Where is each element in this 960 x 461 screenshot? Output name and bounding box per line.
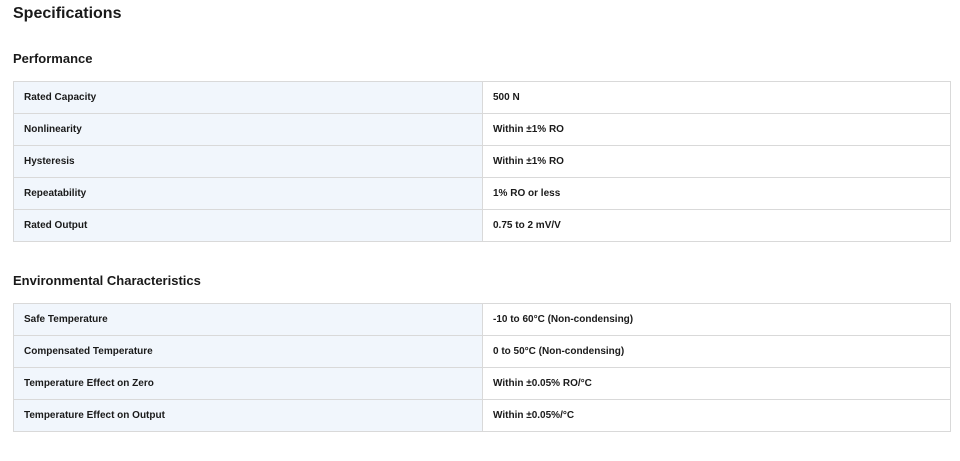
spec-label: Compensated Temperature: [13, 335, 483, 368]
section-title-environmental: Environmental Characteristics: [13, 273, 201, 288]
spec-label: Safe Temperature: [13, 303, 483, 336]
performance-spec-table: Rated Capacity 500 N Nonlinearity Within…: [13, 81, 951, 242]
section-title-performance: Performance: [13, 51, 93, 66]
table-row: Repeatability 1% RO or less: [13, 177, 951, 210]
table-row: Rated Capacity 500 N: [13, 81, 951, 114]
table-row: Temperature Effect on Output Within ±0.0…: [13, 399, 951, 432]
table-row: Temperature Effect on Zero Within ±0.05%…: [13, 367, 951, 400]
environmental-spec-table: Safe Temperature -10 to 60°C (Non-conden…: [13, 303, 951, 432]
spec-label: Rated Output: [13, 209, 483, 242]
spec-value: 1% RO or less: [482, 177, 951, 210]
spec-value: 0.75 to 2 mV/V: [482, 209, 951, 242]
table-row: Compensated Temperature 0 to 50°C (Non-c…: [13, 335, 951, 368]
spec-value: 0 to 50°C (Non-condensing): [482, 335, 951, 368]
page-title: Specifications: [13, 5, 122, 22]
spec-label: Nonlinearity: [13, 113, 483, 146]
spec-value: Within ±1% RO: [482, 145, 951, 178]
spec-value: Within ±0.05%/°C: [482, 399, 951, 432]
spec-label: Repeatability: [13, 177, 483, 210]
spec-label: Hysteresis: [13, 145, 483, 178]
table-row: Hysteresis Within ±1% RO: [13, 145, 951, 178]
spec-label: Temperature Effect on Zero: [13, 367, 483, 400]
table-row: Rated Output 0.75 to 2 mV/V: [13, 209, 951, 242]
spec-value: -10 to 60°C (Non-condensing): [482, 303, 951, 336]
table-row: Nonlinearity Within ±1% RO: [13, 113, 951, 146]
spec-value: Within ±0.05% RO/°C: [482, 367, 951, 400]
spec-label: Temperature Effect on Output: [13, 399, 483, 432]
table-row: Safe Temperature -10 to 60°C (Non-conden…: [13, 303, 951, 336]
spec-value: 500 N: [482, 81, 951, 114]
spec-label: Rated Capacity: [13, 81, 483, 114]
spec-value: Within ±1% RO: [482, 113, 951, 146]
